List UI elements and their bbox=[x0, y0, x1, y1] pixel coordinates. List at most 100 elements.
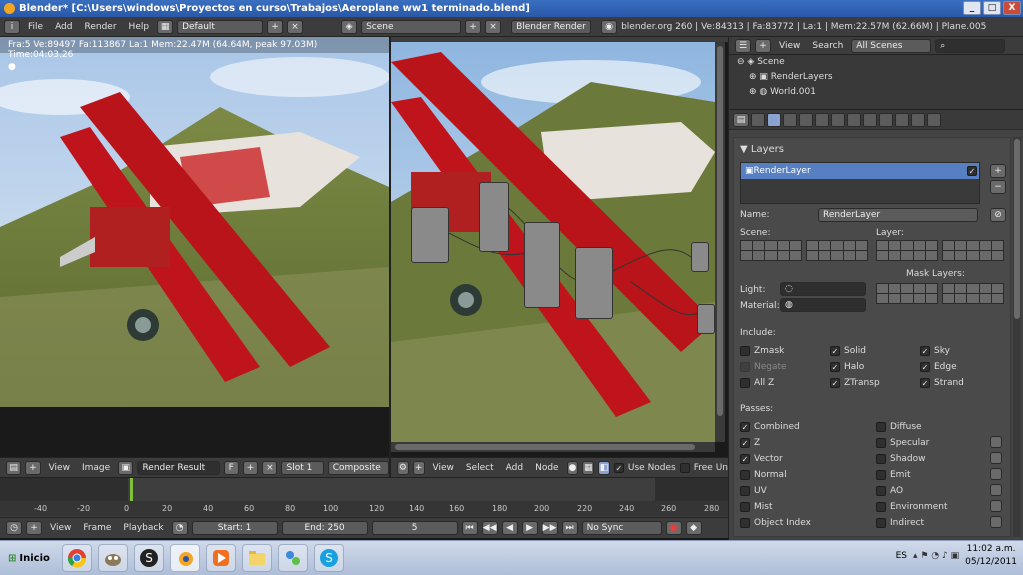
utility-app-icon[interactable] bbox=[277, 544, 308, 572]
material-tab[interactable] bbox=[879, 112, 893, 127]
render-layer-row[interactable]: ▣ RenderLayer ✓ bbox=[741, 163, 979, 179]
menu-file[interactable]: File bbox=[24, 22, 47, 32]
node-scrollbar-v[interactable] bbox=[715, 42, 725, 442]
menu-add[interactable]: Add bbox=[51, 22, 76, 32]
compositing-nodes-icon[interactable]: ▦ bbox=[582, 460, 595, 475]
pass-combined[interactable]: ✓ Combined bbox=[740, 420, 800, 434]
timeline-type-icon[interactable]: ◷ bbox=[6, 521, 22, 535]
outliner-menu-search[interactable]: Search bbox=[808, 41, 847, 51]
layer-grid-a[interactable] bbox=[876, 240, 938, 261]
pass-diffuse[interactable]: Diffuse bbox=[876, 420, 922, 434]
mask-grid-b[interactable] bbox=[942, 283, 1004, 304]
unlink-image-icon[interactable]: × bbox=[262, 460, 278, 475]
indirect-checkbox[interactable] bbox=[876, 518, 886, 528]
image-name-field[interactable]: Render Result bbox=[137, 460, 220, 475]
physics-tab[interactable] bbox=[927, 112, 941, 127]
menu-render[interactable]: Render bbox=[81, 22, 121, 32]
new-image-icon[interactable]: + bbox=[242, 460, 259, 475]
maximize-button[interactable]: □ bbox=[983, 1, 1001, 15]
remove-layer-button[interactable]: − bbox=[990, 180, 1006, 194]
eyedropper-icon[interactable]: ⊘ bbox=[990, 208, 1006, 222]
layer-select[interactable]: Composite bbox=[327, 460, 390, 475]
combined-checkbox[interactable]: ✓ bbox=[740, 422, 750, 432]
fake-user-icon[interactable]: F bbox=[223, 460, 239, 475]
scene-layers-grid-a[interactable] bbox=[740, 240, 802, 261]
object-tab[interactable] bbox=[815, 112, 829, 127]
layer-name-input[interactable]: RenderLayer bbox=[818, 208, 978, 222]
uv-checkbox[interactable] bbox=[740, 486, 750, 496]
timeline-expand-icon[interactable]: + bbox=[26, 521, 42, 535]
app-s-icon[interactable]: S bbox=[133, 544, 164, 572]
keying-icon[interactable]: ◆ bbox=[685, 521, 702, 535]
preview-range-icon[interactable]: ◔ bbox=[171, 521, 188, 535]
add-layer-button[interactable]: + bbox=[990, 164, 1006, 178]
remove-screen-icon[interactable]: × bbox=[287, 19, 304, 34]
node-menu-view[interactable]: View bbox=[429, 463, 458, 473]
pass-vector[interactable]: ✓ Vector bbox=[740, 452, 783, 466]
render-tab[interactable] bbox=[751, 112, 765, 127]
outliner-item-world[interactable]: ⊕ ◍ World.001 bbox=[729, 85, 1023, 100]
outliner-search-input[interactable]: ⌕ bbox=[935, 38, 1006, 53]
normal-checkbox[interactable] bbox=[740, 470, 750, 480]
ao-exclude-icon[interactable] bbox=[990, 484, 1002, 496]
current-frame-marker[interactable] bbox=[130, 478, 133, 502]
start-button[interactable]: ⊞ Inicio bbox=[2, 544, 56, 572]
node-scrollbar-h[interactable] bbox=[391, 442, 715, 452]
jump-end-icon[interactable]: ⏭ bbox=[561, 521, 578, 535]
specular-exclude-icon[interactable] bbox=[990, 436, 1002, 448]
add-scene-icon[interactable]: + bbox=[465, 19, 482, 34]
gimp-icon[interactable] bbox=[97, 544, 128, 572]
include-solid[interactable]: ✓ Solid bbox=[830, 344, 866, 358]
object-index-checkbox[interactable] bbox=[740, 518, 750, 528]
environment-checkbox[interactable] bbox=[876, 502, 886, 512]
timeline-menu-frame[interactable]: Frame bbox=[79, 523, 115, 533]
record-icon[interactable]: ● bbox=[665, 521, 682, 535]
slot-select[interactable]: Slot 1 bbox=[281, 460, 324, 475]
node-glare[interactable] bbox=[575, 247, 613, 319]
start-frame-field[interactable]: Start: 1 bbox=[191, 521, 278, 535]
skype-icon[interactable]: S bbox=[313, 544, 344, 572]
modifiers-tab[interactable] bbox=[847, 112, 861, 127]
zmask-checkbox[interactable] bbox=[740, 346, 750, 356]
diffuse-checkbox[interactable] bbox=[876, 422, 886, 432]
image-browse-icon[interactable]: ▣ bbox=[118, 460, 134, 475]
screen-layout-icon[interactable]: ▦ bbox=[157, 19, 174, 34]
ztransp-checkbox[interactable]: ✓ bbox=[830, 378, 840, 388]
pass-mist[interactable]: Mist bbox=[740, 500, 772, 514]
edge-checkbox[interactable]: ✓ bbox=[920, 362, 930, 372]
pass-indirect[interactable]: Indirect bbox=[876, 516, 924, 530]
include-zmask[interactable]: Zmask bbox=[740, 344, 784, 358]
pass-emit[interactable]: Emit bbox=[876, 468, 910, 482]
vector-checkbox[interactable]: ✓ bbox=[740, 454, 750, 464]
node-menu-node[interactable]: Node bbox=[531, 463, 563, 473]
node-menu-add[interactable]: Add bbox=[502, 463, 527, 473]
add-screen-icon[interactable]: + bbox=[267, 19, 284, 34]
play-reverse-icon[interactable]: ◀ bbox=[501, 521, 518, 535]
render-engine-select[interactable]: Blender Render bbox=[511, 19, 592, 34]
outliner-type-icon[interactable]: ☰ bbox=[735, 38, 751, 53]
screen-layout-field[interactable]: Default bbox=[177, 19, 264, 34]
end-frame-field[interactable]: End: 250 bbox=[281, 521, 368, 535]
menu-image[interactable]: Image bbox=[78, 463, 114, 473]
use-nodes-toggle[interactable]: ✓ Use Nodes bbox=[613, 461, 676, 475]
particles-tab[interactable] bbox=[911, 112, 925, 127]
all-z-checkbox[interactable] bbox=[740, 378, 750, 388]
editor-type-icon[interactable]: ▤ bbox=[6, 460, 22, 475]
layer-grid-b[interactable] bbox=[942, 240, 1004, 261]
scene-field[interactable]: Scene bbox=[361, 19, 462, 34]
halo-checkbox[interactable]: ✓ bbox=[830, 362, 840, 372]
media-player-icon[interactable] bbox=[205, 544, 236, 572]
minimize-button[interactable]: _ bbox=[963, 1, 981, 15]
shadow-exclude-icon[interactable] bbox=[990, 452, 1002, 464]
outliner-item-renderlayers[interactable]: ⊕ ▣ RenderLayers bbox=[729, 70, 1023, 85]
jump-next-key-icon[interactable]: ▶▶ bbox=[541, 521, 558, 535]
free-unused-toggle[interactable]: Free Un bbox=[679, 461, 728, 475]
world-tab[interactable] bbox=[799, 112, 813, 127]
info-icon[interactable]: i bbox=[4, 19, 20, 34]
tray-icons[interactable]: ▴ ⚑ ◔ ♪ ▣ bbox=[913, 550, 959, 563]
timeline-menu-view[interactable]: View bbox=[46, 523, 75, 533]
pass-normal[interactable]: Normal bbox=[740, 468, 787, 482]
constraints-tab[interactable] bbox=[831, 112, 845, 127]
solid-checkbox[interactable]: ✓ bbox=[830, 346, 840, 356]
blender-taskbar-icon[interactable] bbox=[169, 544, 200, 572]
